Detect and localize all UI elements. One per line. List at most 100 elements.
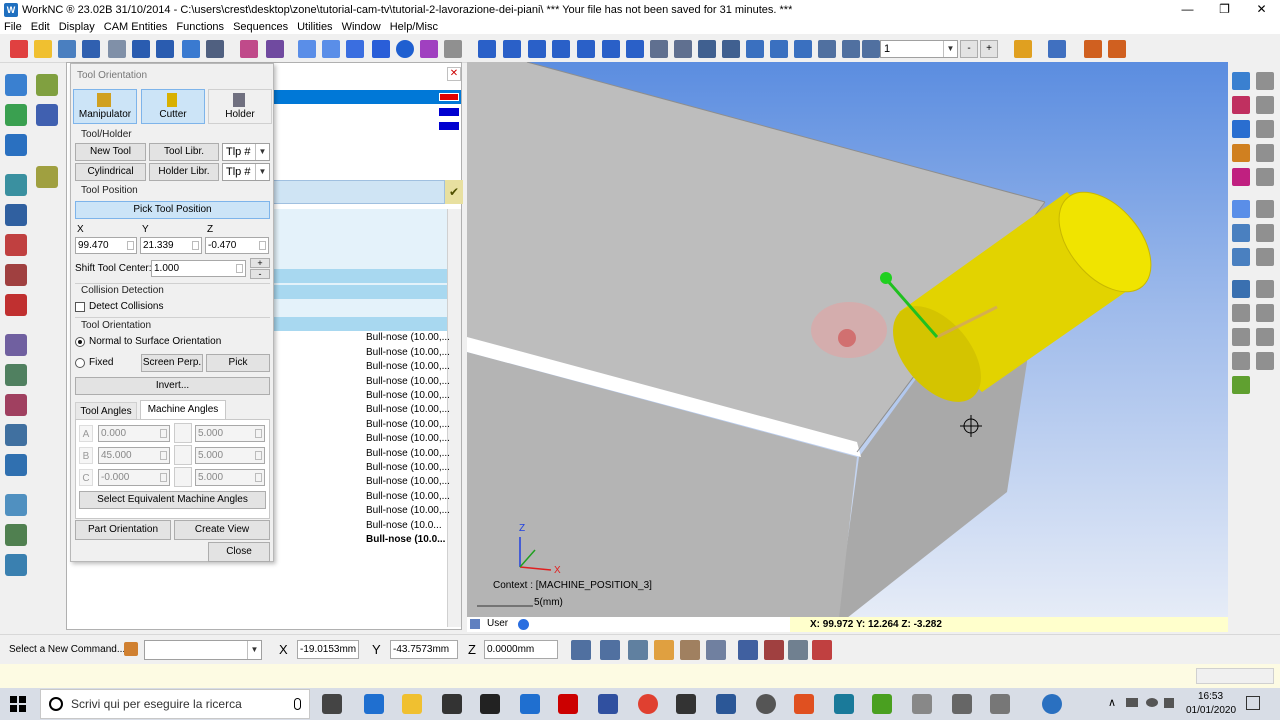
view-mode-label[interactable]: User (487, 618, 508, 629)
hook-icon[interactable] (1256, 352, 1274, 370)
zoom-icon[interactable] (722, 40, 740, 58)
robot-arm-icon[interactable] (1084, 40, 1102, 58)
view-left-icon[interactable] (528, 40, 546, 58)
microphone-icon[interactable] (294, 698, 301, 710)
taskbar-search-input[interactable]: Scrivi qui per eseguire la ricerca (40, 689, 310, 719)
list-item[interactable]: Bull-nose (10.00,... (366, 347, 450, 358)
list-item[interactable]: Bull-nose (10.00,... (366, 476, 450, 487)
new-tool-button[interactable]: New Tool (75, 143, 146, 161)
store-icon[interactable] (442, 694, 462, 714)
view-cube-icon[interactable] (322, 40, 340, 58)
b-angle-field[interactable]: 45.000 (98, 447, 170, 464)
z-position-field[interactable]: -0.470 (205, 237, 269, 254)
filter-icon[interactable] (738, 640, 758, 660)
amazon-icon[interactable] (480, 694, 500, 714)
close-window-button[interactable]: ✕ (1243, 0, 1280, 19)
block-icon[interactable] (5, 174, 27, 196)
list-item[interactable]: Bull-nose (10.00,... (366, 361, 450, 372)
list-item[interactable]: Bull-nose (10.00,... (366, 332, 450, 343)
selected-row[interactable] (273, 90, 461, 104)
brave-icon[interactable] (794, 694, 814, 714)
obs-icon[interactable] (756, 694, 776, 714)
tlp-select-2[interactable]: Tlp # ▼ (222, 163, 270, 181)
chain-icon[interactable] (1256, 280, 1274, 298)
netflix-icon[interactable] (558, 694, 578, 714)
axis-icon[interactable] (240, 40, 258, 58)
list-item[interactable]: Bull-nose (10.00,... (366, 433, 450, 444)
clock-time[interactable]: 16:53 (1198, 691, 1223, 702)
window-icon[interactable] (674, 40, 692, 58)
select-equivalent-angles-button[interactable]: Select Equivalent Machine Angles (79, 491, 266, 509)
measure-icon[interactable] (5, 424, 27, 446)
view-iso-icon[interactable] (298, 40, 316, 58)
solid-icon[interactable] (1232, 96, 1250, 114)
layers-icon[interactable] (182, 40, 200, 58)
app-v-icon[interactable] (872, 694, 892, 714)
trim-icon[interactable] (1256, 200, 1274, 218)
file-explorer-icon[interactable] (402, 694, 422, 714)
check-path-icon[interactable] (1232, 376, 1250, 394)
pan-icon[interactable] (746, 40, 764, 58)
section-icon[interactable] (5, 294, 27, 316)
probe-icon[interactable] (1232, 280, 1250, 298)
import-icon[interactable] (1232, 224, 1250, 242)
pick-orientation-button[interactable]: Pick (206, 354, 270, 372)
wire-icon[interactable] (1256, 120, 1274, 138)
normal-to-surface-radio[interactable] (75, 337, 85, 347)
sphere-icon[interactable] (396, 40, 414, 58)
simulation-icon[interactable] (5, 494, 27, 516)
toolpath-icon[interactable] (5, 74, 27, 96)
minimize-button[interactable]: — (1169, 0, 1206, 19)
b-step-field[interactable]: 5.000 (195, 447, 265, 464)
calendar-icon[interactable] (812, 640, 832, 660)
shift-decrement-button[interactable]: - (250, 269, 270, 279)
shank-icon[interactable] (1232, 352, 1250, 370)
fit-icon[interactable] (794, 40, 812, 58)
view-front-icon[interactable] (478, 40, 496, 58)
menu-sequences[interactable]: Sequences (233, 21, 288, 33)
close-icon[interactable]: ✕ (447, 67, 461, 81)
cloud-icon[interactable] (1146, 698, 1158, 707)
rotate-icon[interactable] (770, 40, 788, 58)
z-coord-input[interactable]: 0.0000mm (484, 640, 558, 659)
surface-icon[interactable] (1232, 72, 1250, 90)
workzone-icon[interactable] (58, 40, 76, 58)
snap-curve-icon[interactable] (628, 640, 648, 660)
create-view-button[interactable]: Create View (174, 520, 270, 540)
chrome-icon[interactable] (638, 694, 658, 714)
list-item[interactable]: Bull-nose (10.00,... (366, 462, 450, 473)
contour-icon[interactable] (5, 134, 27, 156)
menu-help-misc[interactable]: Help/Misc (390, 21, 438, 33)
zoom-all-icon[interactable] (818, 40, 836, 58)
task-view-icon[interactable] (322, 694, 342, 714)
view-user-icon[interactable] (626, 40, 644, 58)
detect-collisions-checkbox[interactable] (75, 302, 85, 312)
holder-library-button[interactable]: Holder Libr. (149, 163, 219, 181)
print-icon[interactable] (108, 40, 126, 58)
printer-icon[interactable] (788, 640, 808, 660)
b-spinner[interactable] (174, 445, 192, 465)
list-item[interactable]: Bull-nose (10.00,... (366, 376, 450, 387)
y-position-field[interactable]: 21.339 (140, 237, 202, 254)
mail-icon[interactable] (676, 694, 696, 714)
slice-icon[interactable] (5, 234, 27, 256)
select-tool-icon[interactable] (1014, 40, 1032, 58)
snap-point-icon[interactable] (600, 640, 620, 660)
a-step-field[interactable]: 5.000 (195, 425, 265, 442)
menu-functions[interactable]: Functions (176, 21, 224, 33)
snap-icon[interactable] (571, 640, 591, 660)
list-item[interactable]: Bull-nose (10.00,... (366, 448, 450, 459)
export-icon[interactable] (1232, 248, 1250, 266)
view-solid-icon[interactable] (372, 40, 390, 58)
volume-icon[interactable] (1164, 698, 1174, 708)
part-orientation-button[interactable]: Part Orientation (75, 520, 171, 540)
machine-angles-tab[interactable]: Machine Angles (140, 400, 226, 420)
menu-display[interactable]: Display (59, 21, 95, 33)
invert-button[interactable]: Invert... (75, 377, 270, 395)
clock-date[interactable]: 01/01/2020 (1186, 705, 1236, 716)
fixed-radio[interactable] (75, 358, 85, 368)
view-shaded-icon[interactable] (346, 40, 364, 58)
holder-tool-icon[interactable] (1256, 304, 1274, 322)
c-spinner[interactable] (174, 467, 192, 487)
cylindrical-button[interactable]: Cylindrical (75, 163, 146, 181)
